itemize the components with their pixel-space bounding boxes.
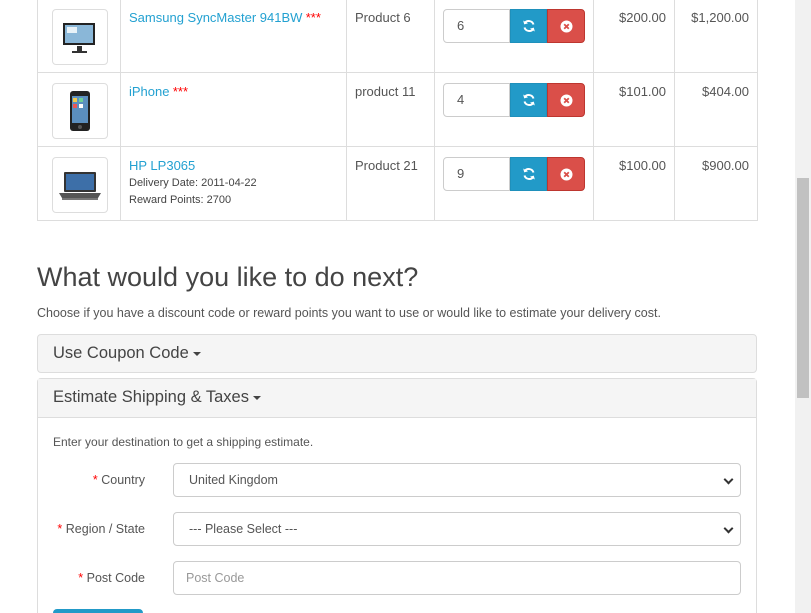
stock-warning-stars: ***	[172, 84, 189, 99]
product-thumbnail[interactable]	[52, 83, 108, 139]
shipping-panel-title: Estimate Shipping & Taxes	[53, 388, 249, 406]
region-row: * Region / State --- Please Select ---	[38, 512, 758, 546]
product-thumbnail[interactable]	[52, 157, 108, 213]
table-row: HP LP3065 Delivery Date: 2011-04-22 Rewa…	[37, 146, 758, 221]
page-section-title: What would you like to do next?	[37, 262, 419, 292]
page-viewport: Samsung SyncMaster 941BW *** Product 6 6	[0, 0, 795, 613]
shipping-panel: Estimate Shipping & Taxes Enter your des…	[37, 378, 757, 613]
refresh-icon	[522, 168, 535, 180]
caret-down-icon	[192, 351, 201, 356]
monitor-icon	[63, 23, 95, 53]
get-quotes-button[interactable]	[53, 609, 143, 613]
required-mark: *	[78, 571, 84, 585]
postcode-label: * Post Code	[78, 571, 145, 585]
product-model: Product 21	[346, 146, 435, 221]
postcode-row: * Post Code	[38, 561, 758, 595]
quantity-input[interactable]: 6	[443, 9, 510, 43]
chevron-down-icon	[723, 474, 734, 485]
smartphone-icon	[70, 91, 90, 131]
row-total: $900.00	[674, 146, 758, 221]
unit-price: $100.00	[593, 146, 675, 221]
product-thumbnail[interactable]	[52, 9, 108, 65]
quantity-input[interactable]: 4	[443, 83, 510, 117]
country-row: * Country United Kingdom	[38, 463, 758, 497]
laptop-icon	[59, 172, 101, 200]
refresh-icon	[522, 94, 535, 106]
remove-icon	[560, 94, 572, 106]
reward-points: Reward Points: 2700	[129, 194, 232, 206]
required-mark: *	[92, 473, 98, 487]
unit-price: $200.00	[593, 0, 675, 73]
remove-icon	[560, 168, 572, 180]
refresh-icon	[522, 20, 535, 32]
remove-item-button[interactable]	[547, 83, 585, 117]
product-name-link[interactable]: Samsung SyncMaster 941BW	[129, 10, 302, 25]
chevron-down-icon	[723, 523, 734, 534]
product-model: product 11	[346, 72, 435, 147]
scrollbar-thumb[interactable]	[797, 178, 809, 398]
update-quantity-button[interactable]	[510, 83, 547, 117]
remove-item-button[interactable]	[547, 9, 585, 43]
table-row: iPhone *** product 11 4 $101.00 $404.00	[37, 72, 758, 147]
product-name-link[interactable]: iPhone	[129, 84, 169, 99]
row-total: $404.00	[674, 72, 758, 147]
country-select[interactable]: United Kingdom	[173, 463, 741, 497]
remove-icon	[560, 20, 572, 32]
postcode-input[interactable]	[173, 561, 741, 595]
update-quantity-button[interactable]	[510, 9, 547, 43]
stock-warning-stars: ***	[305, 10, 321, 25]
section-intro-text: Choose if you have a discount code or re…	[37, 306, 661, 320]
vertical-scrollbar[interactable]	[795, 0, 811, 613]
region-selected-value: --- Please Select ---	[189, 522, 298, 536]
region-label: * Region / State	[57, 522, 145, 536]
country-label: * Country	[92, 473, 145, 487]
unit-price: $101.00	[593, 72, 675, 147]
quantity-input[interactable]: 9	[443, 157, 510, 191]
coupon-panel-toggle[interactable]: Use Coupon Code	[37, 334, 757, 373]
table-row: Samsung SyncMaster 941BW *** Product 6 6	[37, 0, 758, 73]
delivery-date: Delivery Date: 2011-04-22	[129, 177, 257, 189]
row-total: $1,200.00	[674, 0, 758, 73]
required-mark: *	[57, 522, 63, 536]
region-select[interactable]: --- Please Select ---	[173, 512, 741, 546]
shipping-intro-text: Enter your destination to get a shipping…	[53, 435, 314, 449]
coupon-panel-title: Use Coupon Code	[53, 344, 189, 362]
remove-item-button[interactable]	[547, 157, 585, 191]
update-quantity-button[interactable]	[510, 157, 547, 191]
product-model: Product 6	[346, 0, 435, 73]
shipping-panel-toggle[interactable]: Estimate Shipping & Taxes	[38, 379, 756, 418]
country-selected-value: United Kingdom	[189, 473, 278, 487]
caret-down-icon	[252, 395, 261, 400]
cart-table: Samsung SyncMaster 941BW *** Product 6 6	[37, 0, 758, 221]
product-name-link[interactable]: HP LP3065	[129, 158, 195, 173]
